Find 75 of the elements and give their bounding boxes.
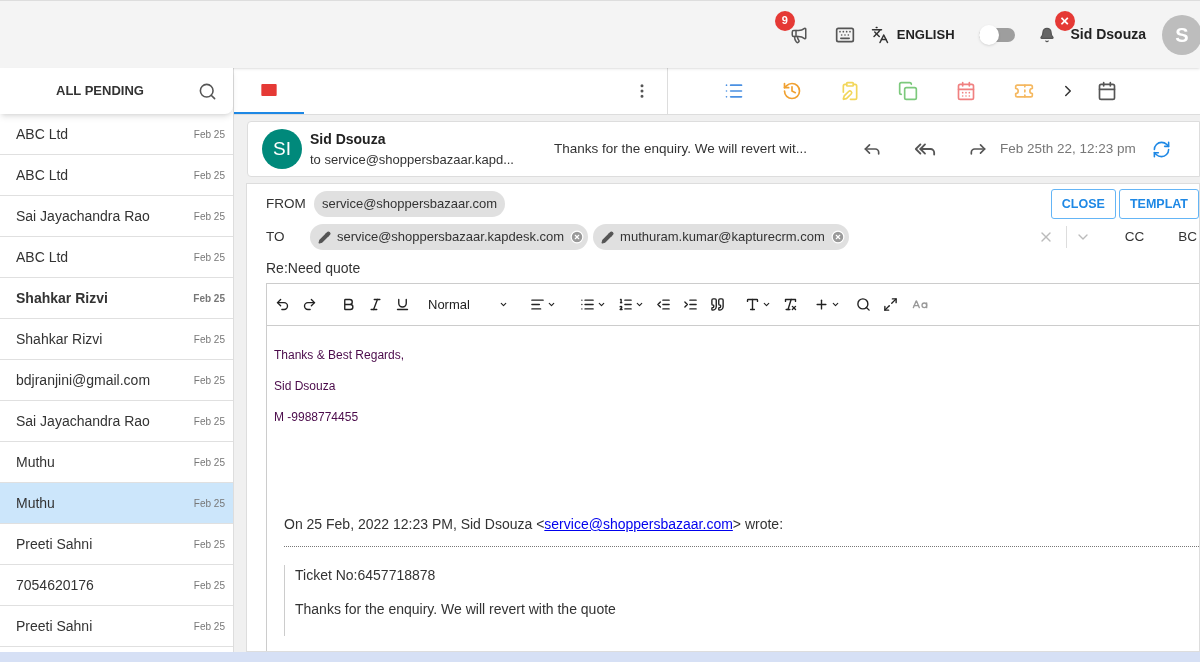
item-date: Feb 25 <box>193 537 225 552</box>
to-label: TO <box>266 227 286 246</box>
item-date: Feb 25 <box>193 250 225 265</box>
signature-line: Thanks & Best Regards, <box>274 347 406 364</box>
editor-body[interactable]: Thanks & Best Regards, Sid Dsouza M -9988774455 On 25 Feb, 2022 12:23 PM, Sid Dsouza <service@shoppersbazaar.com> wrote: Ticket No:6457718878 Thanks for the enquiry. We will revert with the quote <box>266 326 1199 651</box>
toggle-switch[interactable] <box>978 27 1015 42</box>
contact-name: ABC Ltd <box>16 124 69 144</box>
template-button[interactable]: TEMPLAT <box>1118 189 1199 219</box>
item-date: Feb 25 <box>193 127 225 142</box>
contact-name: ABC Ltd <box>16 165 69 185</box>
recipient-chip[interactable]: muthuram.kumar@kapturecrm.com <box>593 224 849 250</box>
message-preview: Thanks for the enquiry. We will revert wit... <box>554 139 809 158</box>
item-date: Feb 25 <box>193 373 225 388</box>
plus-icon <box>814 297 829 312</box>
contact-name: Muthu <box>16 452 55 472</box>
translate-icon[interactable] <box>870 25 889 44</box>
contact-name: Preeti Sahni <box>16 534 93 554</box>
language-label[interactable]: ENGLISH <box>896 24 955 45</box>
remove-icon[interactable] <box>830 230 845 244</box>
contact-name: 7054620176 <box>16 575 94 595</box>
recipient-text: to service@shoppersbazaar.kapd... <box>310 150 515 169</box>
message-date: Feb 25th 22, 12:23 pm <box>1000 139 1136 158</box>
cc-button[interactable]: CC <box>1124 226 1145 248</box>
caret-icon <box>762 300 771 309</box>
bullet-list-icon <box>580 297 595 312</box>
caret-icon <box>547 300 556 309</box>
recipient-chip[interactable]: service@shoppersbazaar.kapdesk.com <box>310 224 589 250</box>
item-date: Feb 25 <box>193 291 225 306</box>
quoted-line: Thanks for the enquiry. We will revert with the quote <box>295 600 617 619</box>
item-date: Feb 25 <box>193 168 225 183</box>
item-date: Feb 25 <box>193 619 225 634</box>
subject-text[interactable]: Re:Need quote <box>266 258 361 279</box>
pencil-icon[interactable] <box>601 230 615 244</box>
remove-icon[interactable] <box>570 230 585 244</box>
align-icon <box>530 297 545 312</box>
item-date: Feb 25 <box>193 578 225 593</box>
conversation-item[interactable]: Muthu Feb 25 <box>0 483 233 524</box>
caret-icon <box>831 300 840 309</box>
message-card[interactable]: SI Sid Dsouza to service@shoppersbazaar.kapd... Thanks for the enquiry. We will revert wit... Feb 25th 22, 12:23 pm <box>247 121 1200 177</box>
email-link[interactable]: service@shoppersbazaar.com <box>544 516 733 532</box>
count-badge: 9 <box>774 10 795 31</box>
caret-icon <box>499 300 508 309</box>
sender-avatar: SI <box>262 129 302 169</box>
format-dropdown[interactable]: Normal <box>428 294 508 315</box>
item-date: Feb 25 <box>193 414 225 429</box>
sender-chip: service@shoppersbazaar.com <box>314 191 506 217</box>
bcc-button[interactable]: BC <box>1178 226 1197 248</box>
contact-name: Muthu <box>16 493 55 513</box>
search-icon[interactable] <box>198 81 217 101</box>
pencil-icon[interactable] <box>318 230 331 244</box>
item-date: Feb 25 <box>193 455 225 470</box>
quote-header: On 25 Feb, 2022 12:23 PM, Sid Dsouza <service@shoppersbazaar.com> wrote: <box>284 514 1199 547</box>
contact-name: Sai Jayachandra Rao <box>16 411 150 431</box>
item-date: Feb 25 <box>193 209 225 224</box>
signature-line: Sid Dsouza <box>274 378 337 395</box>
sender-name: Sid Dsouza <box>310 129 387 149</box>
numbered-list-icon <box>618 297 633 312</box>
list-title: ALL PENDING <box>56 82 144 101</box>
caret-icon <box>635 300 644 309</box>
contact-name: ABC Ltd <box>16 247 69 267</box>
contact-name: Shahkar Rizvi <box>16 329 103 349</box>
contact-name: Preeti Sahni <box>16 616 93 636</box>
from-label: FROM <box>266 194 307 213</box>
signature-line: M -9988774455 <box>274 409 360 426</box>
contact-name: bdjranjini@gmail.com <box>16 370 151 390</box>
quoted-line: Ticket No:6457718878 <box>295 566 437 585</box>
item-date: Feb 25 <box>193 332 225 347</box>
caret-icon <box>597 300 606 309</box>
refresh-icon[interactable] <box>1151 139 1171 159</box>
text-size-icon <box>745 297 760 312</box>
contact-name: Shahkar Rizvi <box>16 288 108 308</box>
close-button[interactable]: CLOSE <box>1050 189 1116 219</box>
calendar-icon[interactable] <box>1097 81 1117 101</box>
contact-name: Sai Jayachandra Rao <box>16 206 150 226</box>
item-date: Feb 25 <box>193 496 225 511</box>
